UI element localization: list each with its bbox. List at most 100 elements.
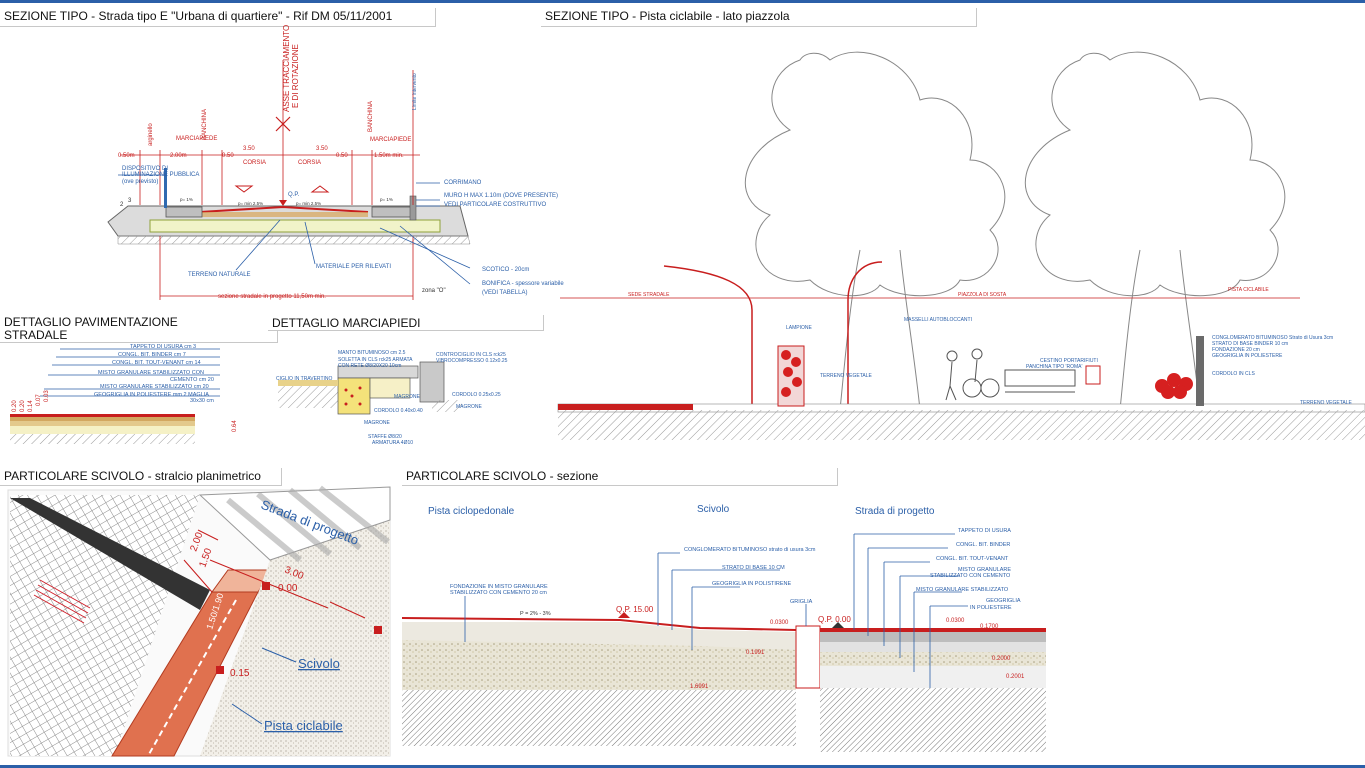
- asse-rotazione: E DI ROTAZIONE: [291, 44, 300, 108]
- road-section: BANCHINA arginello BANCHINA MARCIAPIEDE …: [107, 25, 564, 300]
- pav-d3: 0.14: [28, 400, 34, 412]
- scotico-label: SCOTICO - 20cm: [482, 267, 529, 273]
- ramp-hatch-right: [820, 688, 1046, 752]
- dim-200: 2.00m: [170, 153, 187, 159]
- sez-dimbot: 1.6991: [690, 684, 709, 690]
- sez-misto2: MISTO GRANULARE STABILIZZATO: [916, 587, 1009, 593]
- bike-section: SEDE STRADALE PIAZZOLA DI SOSTA PISTA CI…: [557, 51, 1365, 440]
- marc-cordolo2: CORDOLO 0.40x0.40: [374, 408, 423, 414]
- spot-height-015: [216, 666, 224, 674]
- spot-height-000: [262, 582, 270, 590]
- slope-2: 2: [120, 202, 124, 208]
- marc-armatura: ARMATURA 4Ø10: [372, 440, 413, 446]
- technical-drawing: BANCHINA arginello BANCHINA MARCIAPIEDE …: [7, 25, 1365, 757]
- sez-griglia: GRIGLIA: [790, 599, 813, 605]
- sez-dim5: 0.2000: [992, 656, 1011, 662]
- pav-l4: MISTO GRANULARE STABILIZZATO CON: [98, 370, 204, 376]
- sez-tout: CONGL. BIT. TOUT-VENANT: [936, 556, 1009, 562]
- dim-050c: 0.50: [336, 153, 348, 159]
- slope-p25b: p= min 2.5%: [296, 201, 321, 206]
- sez-dim6: 0.2001: [1006, 674, 1025, 680]
- bench: [1004, 369, 1076, 387]
- right-sidewalk: [371, 206, 413, 218]
- muro-label: MURO H MAX 1.10m (DOVE PRESENTE): [444, 193, 558, 199]
- marc-ciglio: CIGLIO IN TRAVERTINO: [276, 376, 333, 382]
- masselli-label: MASSELLI AUTOBLOCCANTI: [904, 317, 972, 323]
- vedi-tabella: (VEDI TABELLA): [482, 290, 527, 296]
- zona-o: zona "O": [422, 288, 446, 294]
- pav-tot: 0.64: [232, 420, 238, 432]
- sez-scivolo: Scivolo: [697, 504, 730, 515]
- marc-manto: MANTO BITUMINOSO cm 2.5: [338, 350, 406, 356]
- piazzola-sosta: PIAZZOLA DI SOSTA: [958, 292, 1007, 298]
- dispositivo-3: (ove previsto): [122, 179, 158, 185]
- terreno-veg-label: TERRENO VEGETALE: [820, 373, 873, 379]
- plan-pista: Pista ciclabile: [264, 718, 343, 733]
- sidewalk-detail: MANTO BITUMINOSO cm 2.5 SOLETTA IN CLS r…: [276, 350, 508, 446]
- sede-stradale: SEDE STRADALE: [628, 292, 670, 298]
- dim-350a: 3.50: [243, 146, 255, 152]
- pav-l5: CEMENTO cm 20: [170, 377, 214, 383]
- plan-q015: 0.15: [230, 668, 250, 679]
- dim-150: 1.50m min.: [374, 153, 404, 159]
- materiale-rilevati: MATERIALE PER RILEVATI: [316, 264, 391, 270]
- sez-dim2: 0.1991: [746, 650, 765, 656]
- corrimano-label: CORRIMANO: [444, 180, 482, 186]
- sez-geo2: IN POLIESTERE: [970, 605, 1012, 611]
- qp-label: Q.P.: [288, 192, 300, 198]
- marciapiede-right: MARCIAPIEDE: [370, 137, 411, 143]
- corsia-right: CORSIA: [298, 160, 321, 166]
- sez-geo1: GEOGRIGLIA: [986, 598, 1021, 604]
- marc-cordolo: CORDOLO 0.25x0.25: [452, 392, 501, 398]
- plan-scivolo: Scivolo: [298, 656, 340, 671]
- terreno-naturale: TERRENO NATURALE: [188, 272, 251, 278]
- sezione-progetto: sezione stradale in progetto 11,50m min.: [218, 294, 326, 300]
- slope-3: 3: [128, 198, 132, 204]
- marc-magrone3: MAGRONE: [364, 420, 391, 426]
- dispositivo-2: ILLUMINAZIONE PUBBLICA: [122, 172, 199, 178]
- limite-intervento: Limite intervento: [412, 73, 418, 110]
- marc-rete: CON RETE Ø8/20X20 10cm: [338, 363, 401, 369]
- vedi-label: VEDI PARTICOLARE COSTRUTTIVO: [444, 202, 546, 208]
- lampione-label: LAMPIONE: [786, 325, 813, 331]
- sez-dim1: 0.0300: [770, 620, 789, 626]
- slope-p25a: p= min 2.5%: [238, 201, 263, 206]
- pav-l8: 30x30 cm: [190, 398, 214, 404]
- shrub-right: [1155, 373, 1193, 399]
- road-red-band: [558, 404, 693, 410]
- arginello-label: arginello: [148, 123, 154, 146]
- left-sidewalk: [165, 206, 203, 218]
- bike-ground: [558, 410, 1365, 440]
- slope-p1b: p= 1%: [380, 197, 393, 202]
- sez-conglomerato: CONGLOMERATO BITUMINOSO strato di usura …: [684, 547, 816, 553]
- pav-d4: 0.07: [36, 394, 42, 406]
- sez-strada: Strada di progetto: [855, 506, 935, 517]
- dim-050a: 0.50m: [118, 153, 135, 159]
- cordolo-label: CORDOLO IN CLS: [1212, 371, 1255, 377]
- banchina-right: BANCHINA: [368, 101, 374, 132]
- sez-dim4: 0.1700: [980, 624, 999, 630]
- ramp-hatch-left: [402, 690, 796, 746]
- marc-vibro: VIBROCOMPRESSO 0.12x0.25: [436, 358, 508, 364]
- dim-050b: 0.50: [222, 153, 234, 159]
- ramp-section: Pista ciclopedonale Scivolo Strada di pr…: [401, 504, 1046, 752]
- trash-bin: [1085, 365, 1101, 385]
- plan-q000: 0.00: [278, 583, 298, 594]
- pav-l1: TAPPETO DI USURA cm 3: [130, 344, 196, 350]
- pav-d1: 0.20: [12, 400, 18, 412]
- sez-geogriglia: GEOGRIGLIA IN POLISTIRENE: [712, 581, 791, 587]
- pav-d2: 0.20: [20, 400, 26, 412]
- sez-pct: P = 2% - 3%: [520, 611, 551, 617]
- sez-qp0: Q.P. 0.00: [818, 615, 851, 624]
- lamp-post-left: [663, 265, 753, 405]
- marc-magrone2: MAGRONE: [456, 404, 483, 410]
- sez-tappeto: TAPPETO DI USURA: [958, 528, 1011, 534]
- pav-l2: CONGL. BIT. BINDER cm 7: [118, 352, 186, 358]
- bonifica-label: BONIFICA - spessore variabile: [482, 281, 564, 287]
- pav-d5: 0.03: [44, 390, 50, 402]
- sez-misto1b: STABILIZZATO CON CEMENTO: [930, 573, 1011, 579]
- corsia-left: CORSIA: [243, 160, 266, 166]
- sez-binder: CONGL. BIT. BINDER: [956, 542, 1010, 548]
- pav-l6: MISTO GRANULARE STABILIZZATO cm 20: [100, 384, 209, 390]
- sez-strato: STRATO DI BASE 10 CM: [722, 565, 785, 571]
